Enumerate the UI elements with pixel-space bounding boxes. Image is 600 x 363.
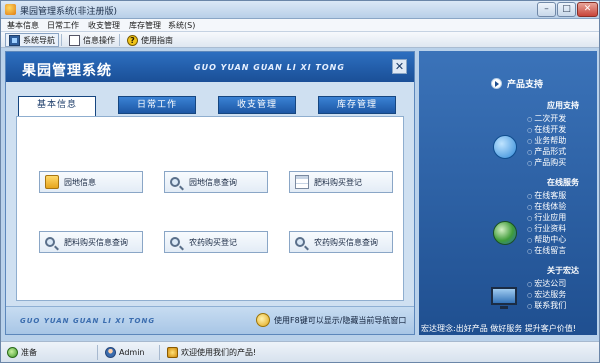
orchard-info-label: 园地信息 bbox=[64, 177, 96, 187]
search-icon bbox=[170, 237, 180, 247]
app-support-list: 二次开发 在线开发 业务帮助 产品形式 产品购买 bbox=[527, 113, 566, 168]
status-user-label: Admin bbox=[119, 348, 145, 357]
link-contact[interactable]: 联系我们 bbox=[527, 300, 566, 311]
link-industry-apps[interactable]: 行业应用 bbox=[527, 212, 566, 223]
link-services[interactable]: 宏达服务 bbox=[527, 289, 566, 300]
status-divider bbox=[97, 345, 98, 360]
system-nav-button[interactable]: 系统导航 bbox=[5, 33, 59, 47]
status-bar: 准备 Admin 欢迎使用我们的产品! bbox=[1, 341, 599, 362]
info-operation-button[interactable]: 信息操作 bbox=[65, 33, 119, 47]
search-icon bbox=[170, 177, 180, 187]
orchard-info-button[interactable]: 园地信息 bbox=[39, 171, 143, 193]
status-divider bbox=[159, 345, 160, 360]
link-product-purchase[interactable]: 产品购买 bbox=[527, 157, 566, 168]
panel-title: 果园管理系统 bbox=[22, 63, 112, 79]
menu-item-basic-info[interactable]: 基本信息 bbox=[7, 20, 39, 31]
link-leave-message[interactable]: 在线留言 bbox=[527, 245, 566, 256]
status-user: Admin bbox=[105, 345, 145, 360]
title-bar[interactable]: 果园管理系统(非注册版) – □ ✕ bbox=[1, 1, 599, 19]
link-company[interactable]: 宏达公司 bbox=[527, 278, 566, 289]
support-panel: 产品支持 应用支持 二次开发 在线开发 业务帮助 产品形式 产品购买 在线服务 … bbox=[419, 51, 597, 335]
arrow-graphic-icon bbox=[493, 135, 517, 159]
globe-icon bbox=[493, 221, 517, 245]
document-icon bbox=[295, 175, 309, 189]
pesticide-query-label: 农药购买信息查询 bbox=[314, 237, 378, 247]
status-ok-icon bbox=[7, 347, 18, 358]
app-window: 果园管理系统(非注册版) – □ ✕ 基本信息 日常工作 收支管理 库存管理 系… bbox=[0, 0, 600, 363]
panel-footer: GUO YUAN GUAN LI XI TONG 使用F8键可以显示/隐藏当前导… bbox=[6, 306, 414, 334]
folder-icon bbox=[45, 175, 59, 189]
company-slogan: 宏达理念:出好产品 做好服务 提升客户价值! bbox=[421, 324, 576, 333]
orchard-query-label: 园地信息查询 bbox=[189, 177, 237, 187]
footer-subtitle: GUO YUAN GUAN LI XI TONG bbox=[20, 317, 156, 325]
tab-finance[interactable]: 收支管理 bbox=[218, 96, 296, 114]
status-ready: 准备 bbox=[7, 345, 37, 360]
panel-close-button[interactable]: ✕ bbox=[392, 59, 407, 74]
status-welcome-label: 欢迎使用我们的产品! bbox=[181, 348, 257, 357]
link-online-dev[interactable]: 在线开发 bbox=[527, 124, 566, 135]
fertilizer-query-label: 肥料购买信息查询 bbox=[64, 237, 128, 247]
welcome-icon bbox=[167, 347, 178, 358]
panel-header: 果园管理系统 GUO YUAN GUAN LI XI TONG ✕ bbox=[6, 52, 414, 82]
pesticide-register-label: 农药购买登记 bbox=[189, 237, 237, 247]
link-industry-docs[interactable]: 行业资料 bbox=[527, 223, 566, 234]
about-list: 宏达公司 宏达服务 联系我们 bbox=[527, 278, 566, 311]
fertilizer-query-button[interactable]: 肥料购买信息查询 bbox=[39, 231, 143, 253]
search-icon bbox=[45, 237, 55, 247]
online-service-list: 在线客服 在线体验 行业应用 行业资料 帮助中心 在线留言 bbox=[527, 190, 566, 256]
link-secondary-dev[interactable]: 二次开发 bbox=[527, 113, 566, 124]
help-icon: ? bbox=[127, 34, 138, 46]
section-heading-about: 关于宏达 bbox=[547, 266, 579, 275]
footer-hint: 使用F8键可以显示/隐藏当前导航窗口 bbox=[274, 316, 407, 325]
toolbar-separator bbox=[119, 34, 120, 46]
navigation-icon bbox=[9, 34, 20, 46]
maximize-button[interactable]: □ bbox=[557, 2, 576, 17]
menu-item-system[interactable]: 系统(S) bbox=[168, 20, 195, 31]
toolbar-separator bbox=[61, 34, 62, 46]
window-title: 果园管理系统(非注册版) bbox=[20, 7, 118, 17]
link-online-trial[interactable]: 在线体验 bbox=[527, 201, 566, 212]
tab-bar: 基本信息 日常工作 收支管理 库存管理 bbox=[18, 96, 404, 116]
info-operation-label: 信息操作 bbox=[83, 35, 115, 45]
link-product-form[interactable]: 产品形式 bbox=[527, 146, 566, 157]
close-button[interactable]: ✕ bbox=[577, 2, 598, 17]
link-online-support[interactable]: 在线客服 bbox=[527, 190, 566, 201]
lightbulb-icon bbox=[256, 313, 270, 327]
status-welcome: 欢迎使用我们的产品! bbox=[167, 345, 256, 360]
arrow-circle-icon bbox=[491, 78, 502, 89]
user-guide-label: 使用指南 bbox=[141, 35, 173, 45]
tab-basic-info[interactable]: 基本信息 bbox=[18, 96, 96, 116]
status-ready-label: 准备 bbox=[21, 348, 37, 357]
section-heading-online-service: 在线服务 bbox=[547, 178, 579, 187]
tab-content: 园地信息 园地信息查询 肥料购买登记 肥料购买信息查询 农药购买登记 农药购买信… bbox=[16, 116, 404, 301]
fertilizer-register-button[interactable]: 肥料购买登记 bbox=[289, 171, 393, 193]
orchard-query-button[interactable]: 园地信息查询 bbox=[164, 171, 268, 193]
tab-daily-work[interactable]: 日常工作 bbox=[118, 96, 196, 114]
pesticide-query-button[interactable]: 农药购买信息查询 bbox=[289, 231, 393, 253]
monitor-icon bbox=[491, 287, 517, 309]
system-nav-label: 系统导航 bbox=[23, 35, 55, 45]
menu-bar: 基本信息 日常工作 收支管理 库存管理 系统(S) bbox=[1, 19, 599, 32]
link-business-help[interactable]: 业务帮助 bbox=[527, 135, 566, 146]
user-guide-button[interactable]: ? 使用指南 bbox=[123, 33, 177, 47]
link-help-center[interactable]: 帮助中心 bbox=[527, 234, 566, 245]
user-icon bbox=[105, 347, 116, 358]
search-icon bbox=[295, 237, 305, 247]
toolbar: 系统导航 信息操作 ? 使用指南 bbox=[1, 32, 599, 48]
tab-inventory[interactable]: 库存管理 bbox=[318, 96, 396, 114]
minimize-button[interactable]: – bbox=[537, 2, 556, 17]
menu-item-daily-work[interactable]: 日常工作 bbox=[47, 20, 79, 31]
menu-item-finance[interactable]: 收支管理 bbox=[88, 20, 120, 31]
panel-subtitle: GUO YUAN GUAN LI XI TONG bbox=[194, 63, 345, 72]
app-logo-icon bbox=[5, 4, 16, 15]
section-heading-app-support: 应用支持 bbox=[547, 101, 579, 110]
fertilizer-register-label: 肥料购买登记 bbox=[314, 177, 362, 187]
support-title: 产品支持 bbox=[507, 80, 544, 90]
navigation-panel: 果园管理系统 GUO YUAN GUAN LI XI TONG ✕ 基本信息 日… bbox=[5, 51, 415, 335]
menu-item-inventory[interactable]: 库存管理 bbox=[129, 20, 161, 31]
pesticide-register-button[interactable]: 农药购买登记 bbox=[164, 231, 268, 253]
document-icon bbox=[69, 34, 80, 46]
